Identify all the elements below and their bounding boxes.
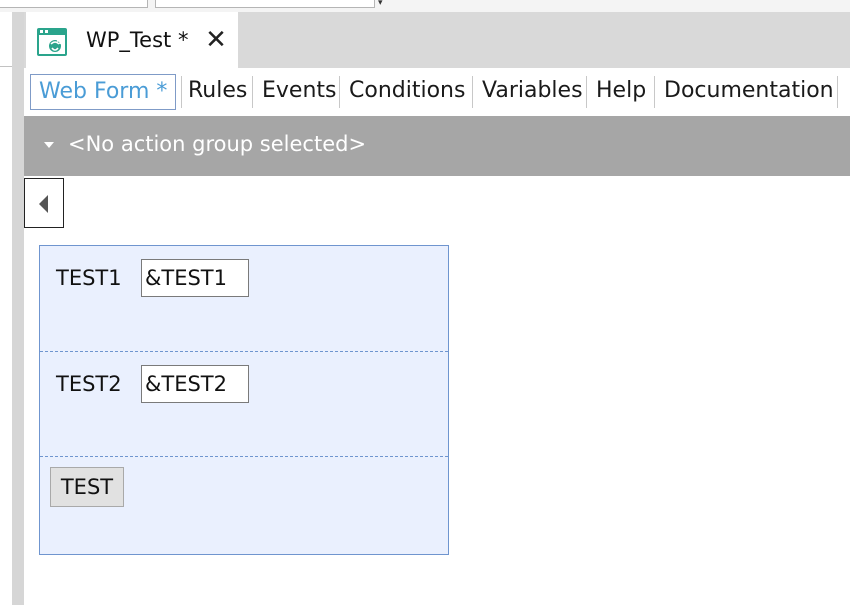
field-input-test2[interactable]: &TEST2 [141, 365, 249, 403]
field-label-test1: TEST1 [56, 266, 122, 290]
field-label-test2: TEST2 [56, 372, 122, 396]
tab-web-form[interactable]: Web Form * [30, 74, 177, 110]
tab-separator [654, 76, 655, 108]
tab-documentation[interactable]: Documentation [662, 74, 834, 110]
view-tab-strip: Web Form * Rules Events Conditions Varia… [24, 68, 850, 116]
form-row-test1: TEST1 &TEST1 [40, 246, 448, 351]
action-group-bar[interactable]: <No action group selected> [24, 116, 850, 176]
triangle-left-icon [39, 195, 48, 213]
field-input-test1[interactable]: &TEST1 [141, 259, 249, 297]
toolbar-combo-left[interactable] [0, 0, 148, 8]
tab-separator [837, 76, 838, 108]
tab-separator [586, 76, 587, 108]
form-row-button: TEST [40, 456, 448, 554]
toolbar-combo-right[interactable] [155, 0, 375, 8]
web-form-table[interactable]: TEST1 &TEST1 TEST2 &TEST2 TEST [39, 245, 449, 555]
tab-events[interactable]: Events [260, 74, 337, 110]
tab-variables[interactable]: Variables [480, 74, 583, 110]
collapse-panel-button[interactable] [24, 178, 64, 228]
gutter-divider [0, 66, 12, 67]
caret-down-icon[interactable] [44, 142, 54, 148]
document-tab-wp-test[interactable]: WP_Test * ✕ [26, 12, 238, 70]
form-row-test2: TEST2 &TEST2 [40, 351, 448, 456]
top-toolbar-strip: ▾ [0, 0, 850, 12]
document-tab-title: WP_Test * [86, 28, 189, 52]
tab-separator [252, 76, 253, 108]
left-splitter[interactable] [12, 12, 24, 605]
document-tab-bar: WP_Test * ✕ [24, 12, 850, 70]
dropdown-arrow-icon[interactable]: ▾ [378, 0, 383, 8]
tab-help[interactable]: Help [594, 74, 646, 110]
web-panel-icon [37, 28, 67, 56]
close-icon[interactable]: ✕ [204, 26, 228, 54]
tab-separator [472, 76, 473, 108]
action-group-label: <No action group selected> [68, 132, 367, 156]
tab-separator [339, 76, 340, 108]
tab-separator [181, 76, 182, 108]
tab-conditions[interactable]: Conditions [347, 74, 465, 110]
tab-rules[interactable]: Rules [186, 74, 247, 110]
test-button[interactable]: TEST [50, 467, 124, 507]
